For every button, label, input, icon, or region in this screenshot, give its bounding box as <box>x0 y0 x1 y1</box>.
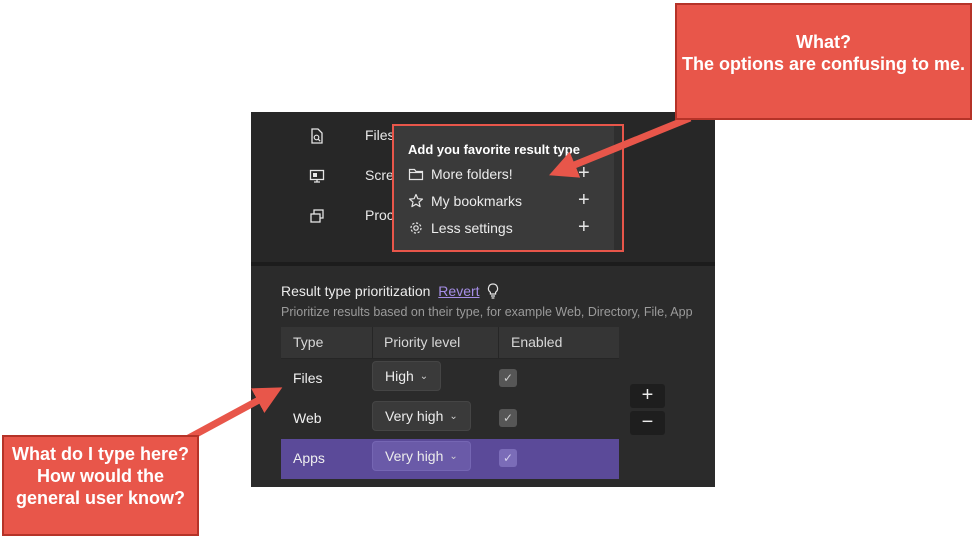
callout-text: What do I type here? How would the gener… <box>11 444 189 508</box>
arrow-to-popup <box>549 114 692 178</box>
callout-what-to-type: What do I type here? How would the gener… <box>2 435 199 536</box>
arrow-to-type-cell <box>183 387 283 444</box>
callout-confusing-options: What? The options are confusing to me. <box>675 3 972 120</box>
callout-text: What? The options are confusing to me. <box>681 32 966 74</box>
